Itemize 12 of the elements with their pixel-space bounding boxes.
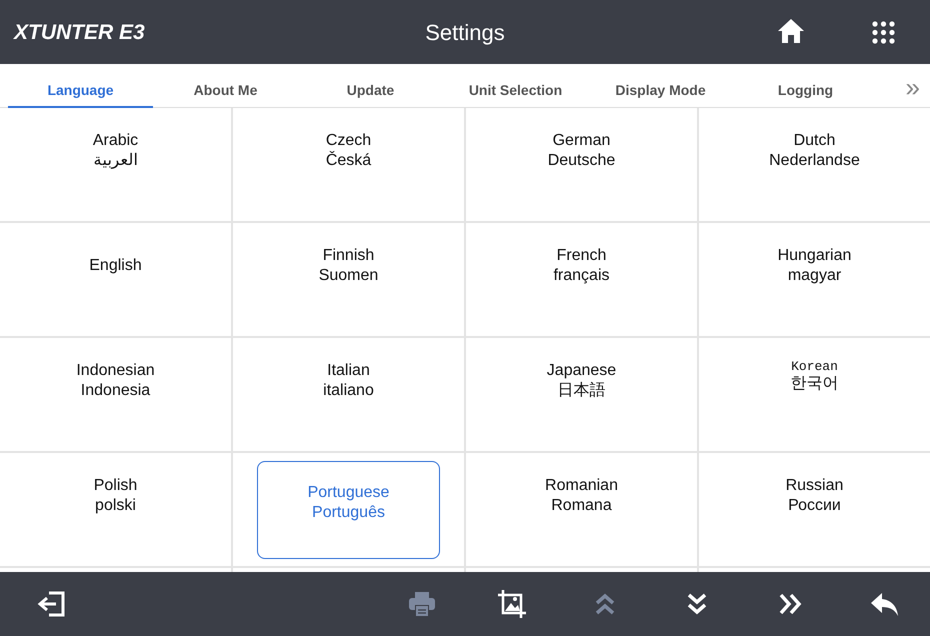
tab[interactable]: Display Mode	[588, 64, 733, 108]
tab[interactable]: Logging	[733, 64, 878, 108]
tab[interactable]: Unit Selection	[443, 64, 588, 108]
tab[interactable]: About Me	[153, 64, 298, 108]
tab[interactable]: Update	[298, 64, 443, 108]
brand-logo: XTUNTER E3	[14, 20, 145, 46]
language-option[interactable]: Portuguese Português	[257, 460, 440, 558]
home-icon[interactable]	[777, 18, 805, 44]
more-tabs-button[interactable]: »	[900, 64, 926, 107]
apps-grid-icon[interactable]	[872, 21, 895, 44]
page-title: Settings	[425, 18, 505, 47]
image-crop-icon	[496, 588, 528, 620]
